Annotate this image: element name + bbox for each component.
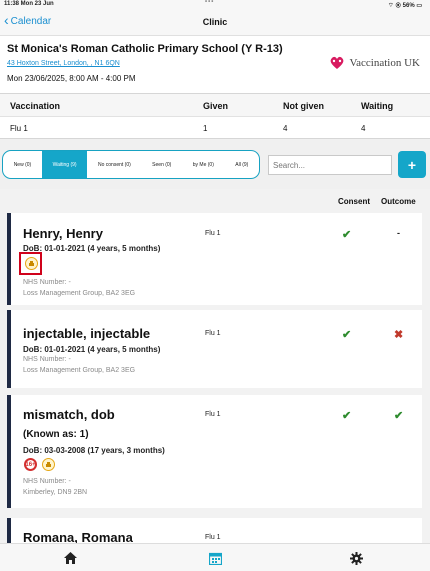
- vaccination-summary-table: Vaccination Given Not given Waiting Flu …: [0, 93, 430, 139]
- filter-new[interactable]: New (0): [3, 151, 42, 178]
- filter-seen[interactable]: Seen (0): [141, 151, 182, 178]
- multitask-dots[interactable]: •••: [205, 0, 214, 5]
- status-battery: ⌔ ◉ 56% ▭: [388, 3, 422, 9]
- page-title: Clinic: [202, 17, 228, 27]
- patient-dob: DoB: 03-03-2008 (17 years, 3 months): [23, 446, 165, 455]
- status-time: 11:38 Mon 23 Jun: [4, 1, 54, 7]
- patient-card[interactable]: mismatch, dob (Known as: 1) DoB: 03-03-2…: [7, 395, 422, 508]
- tab-home[interactable]: [60, 550, 80, 566]
- summary-vaccination: Flu 1: [10, 124, 28, 133]
- filter-all[interactable]: All (9): [225, 151, 259, 178]
- summary-waiting: 4: [361, 124, 366, 133]
- col-waiting: Waiting: [361, 101, 394, 111]
- filter-no-consent[interactable]: No consent (0): [87, 151, 141, 178]
- col-vaccination: Vaccination: [10, 101, 61, 111]
- summary-row: Flu 1 1 4 4: [0, 117, 430, 139]
- patient-name: injectable, injectable: [23, 326, 151, 341]
- col-not-given: Not given: [283, 101, 325, 111]
- outcome-tick-icon: ✔: [394, 410, 404, 422]
- patient-vaccination: Flu 1: [205, 230, 221, 237]
- patient-card[interactable]: Romana, Romana Flu 1: [7, 518, 422, 543]
- consent-column-header: Consent: [338, 197, 370, 206]
- summary-given: 1: [203, 124, 208, 133]
- nhs-number: NHS Number: -: [23, 356, 71, 363]
- outcome-dash: -: [397, 228, 400, 238]
- filter-waiting[interactable]: Waiting (9): [41, 151, 88, 178]
- consent-tick-icon: ✔: [342, 410, 352, 422]
- flag-icon[interactable]: [42, 458, 55, 471]
- heart-logo-icon: [331, 56, 344, 69]
- highlight-box: [19, 252, 42, 275]
- add-patient-button[interactable]: +: [398, 151, 426, 178]
- session-datetime: Mon 23/06/2025, 8:00 AM - 4:00 PM: [7, 74, 136, 83]
- school-address-link[interactable]: 43 Hoxton Street, London, , N1 6QN: [7, 60, 120, 67]
- patient-card[interactable]: injectable, injectable DoB: 01-01-2021 (…: [7, 310, 422, 388]
- age-16-plus-icon[interactable]: 16+: [24, 458, 37, 471]
- nhs-number: NHS Number: -: [23, 279, 71, 286]
- patient-vaccination: Flu 1: [205, 534, 221, 541]
- nav-bar: ‹ Calendar Clinic: [0, 9, 430, 36]
- outcome-column-header: Outcome: [381, 197, 416, 206]
- filter-bar: New (0) Waiting (9) No consent (0) Seen …: [0, 139, 430, 189]
- status-bar: 11:38 Mon 23 Jun ••• ⌔ ◉ 56% ▭: [0, 0, 430, 9]
- patient-list: Henry, Henry DoB: 01-01-2021 (4 years, 5…: [0, 210, 430, 543]
- patient-vaccination: Flu 1: [205, 411, 221, 418]
- col-given: Given: [203, 101, 229, 111]
- logo-text: Vaccination UK: [349, 57, 420, 69]
- patient-dob: DoB: 01-01-2021 (4 years, 5 months): [23, 345, 161, 354]
- school-name: St Monica's Roman Catholic Primary Schoo…: [7, 43, 283, 55]
- tab-bar: [0, 543, 430, 571]
- patient-dob: DoB: 01-01-2021 (4 years, 5 months): [23, 244, 161, 253]
- summary-not-given: 4: [283, 124, 288, 133]
- patient-address: Loss Management Group, BA2 3EG: [23, 290, 136, 297]
- consent-tick-icon: ✔: [342, 329, 352, 341]
- patient-name: Romana, Romana: [23, 530, 133, 543]
- patient-name: Henry, Henry: [23, 226, 103, 241]
- patient-card[interactable]: Henry, Henry DoB: 01-01-2021 (4 years, 5…: [7, 213, 422, 305]
- outcome-cross-icon: ✖: [394, 329, 404, 341]
- vaccination-uk-logo: Vaccination UK: [329, 56, 420, 70]
- patient-address: Loss Management Group, BA2 3EG: [23, 367, 136, 374]
- calendar-icon: [208, 552, 222, 565]
- patient-vaccination: Flu 1: [205, 330, 221, 337]
- search-input[interactable]: [268, 155, 392, 175]
- patient-address: Kimberley, DN9 2BN: [23, 489, 88, 496]
- tab-settings[interactable]: [346, 550, 366, 566]
- consent-tick-icon: ✔: [342, 229, 352, 241]
- nhs-number: NHS Number: -: [23, 478, 71, 485]
- summary-header-row: Vaccination Given Not given Waiting: [0, 94, 430, 117]
- school-header: St Monica's Roman Catholic Primary Schoo…: [0, 36, 430, 93]
- home-icon: [63, 552, 77, 564]
- filter-by-me[interactable]: by Me (0): [182, 151, 225, 178]
- patient-name: mismatch, dob: [23, 407, 115, 422]
- gear-icon: [349, 551, 363, 565]
- known-as: (Known as: 1): [23, 429, 89, 440]
- tab-calendar[interactable]: [205, 550, 225, 566]
- status-filter-segmented: New (0) Waiting (9) No consent (0) Seen …: [2, 150, 260, 179]
